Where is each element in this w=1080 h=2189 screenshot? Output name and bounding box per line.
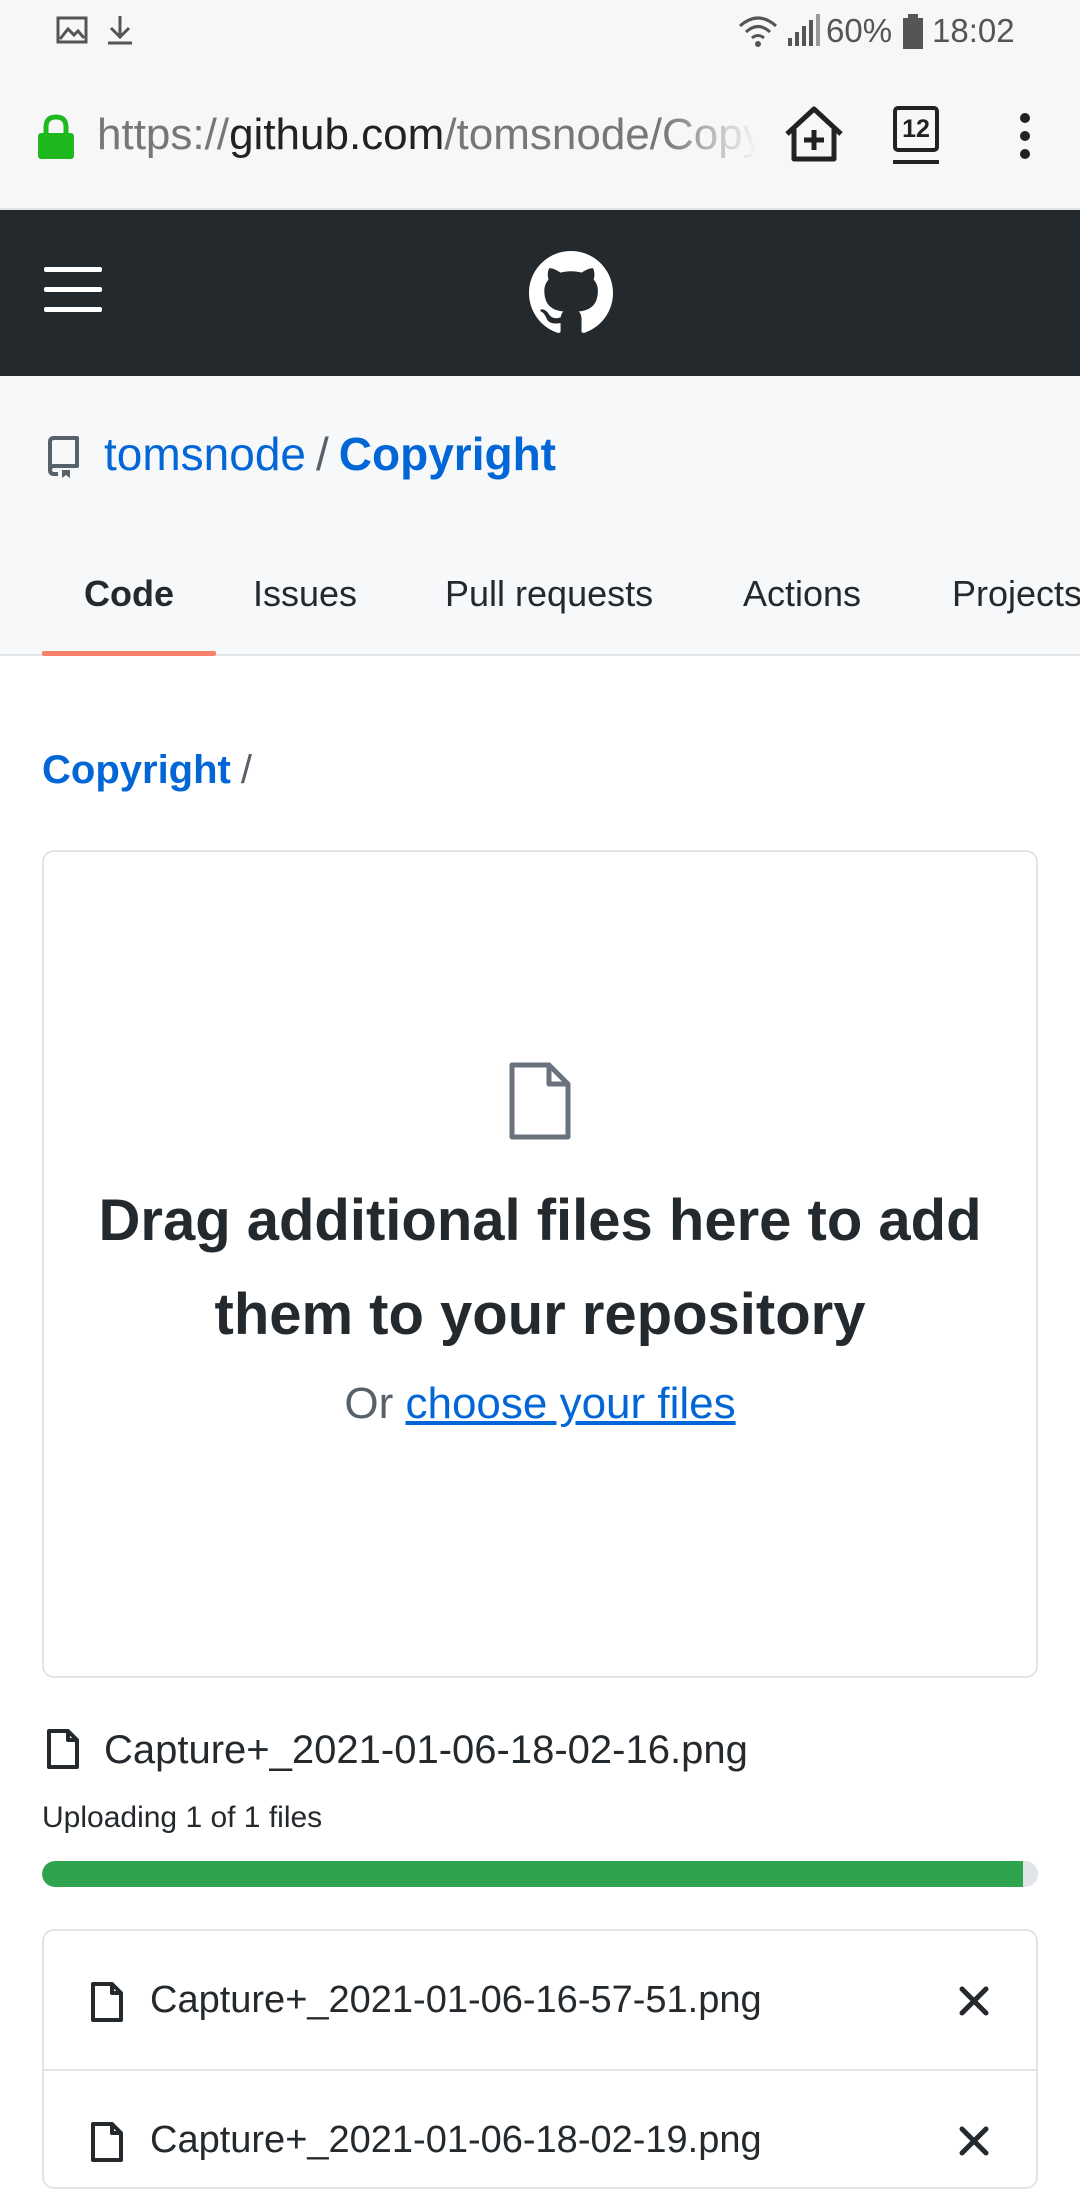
breadcrumb: Copyright / xyxy=(42,743,252,797)
list-item: Capture+_2021-01-06-18-02-19.png xyxy=(44,2069,1036,2187)
drop-zone-title: Drag additional files here to add them t… xyxy=(98,1188,982,1347)
file-icon xyxy=(91,1982,123,2022)
uploaded-file-list: Capture+_2021-01-06-16-57-51.png Capture… xyxy=(42,1929,1038,2189)
hamburger-menu-icon[interactable] xyxy=(44,267,102,313)
repo-icon xyxy=(48,436,79,478)
image-icon xyxy=(56,16,88,44)
tab-code[interactable]: Code xyxy=(42,566,216,656)
tab-pull-requests[interactable]: Pull requests xyxy=(445,566,653,654)
tab-count: 12 xyxy=(893,106,939,152)
url-scheme: https:// xyxy=(97,110,230,159)
url-path: /tomsnode/Copyright/upload xyxy=(444,110,757,159)
file-name: Capture+_2021-01-06-18-02-19.png xyxy=(150,2119,762,2161)
choose-files-link[interactable]: choose your files xyxy=(405,1379,735,1428)
battery-icon xyxy=(903,14,923,49)
close-icon[interactable] xyxy=(959,2126,989,2156)
more-vert-icon[interactable] xyxy=(1012,112,1038,160)
download-icon xyxy=(108,16,132,45)
upload-progress-fill xyxy=(42,1861,1024,1887)
uploading-file-icon xyxy=(47,1729,79,1769)
drop-zone-subtitle: Or choose your files xyxy=(44,1376,1036,1432)
breadcrumb-root-link[interactable]: Copyright xyxy=(42,748,231,792)
clock: 18:02 xyxy=(932,12,1015,49)
tab-actions[interactable]: Actions xyxy=(743,566,861,654)
upload-progress-bar xyxy=(42,1861,1038,1887)
url-field[interactable]: https://github.com/tomsnode/Copyright/up… xyxy=(97,110,757,160)
file-drop-zone[interactable]: Drag additional files here to add them t… xyxy=(42,850,1038,1678)
battery-percent: 60% xyxy=(826,12,893,49)
tabs-button[interactable]: 12 xyxy=(893,106,945,164)
close-icon[interactable] xyxy=(959,1986,989,2016)
list-item: Capture+_2021-01-06-16-57-51.png xyxy=(44,1931,1036,2069)
lock-icon[interactable] xyxy=(36,114,76,160)
tab-issues[interactable]: Issues xyxy=(253,566,357,654)
status-bar: 60% 18:02 xyxy=(0,0,1080,64)
github-header xyxy=(0,210,1080,376)
repo-title: tomsnode / Copyright xyxy=(104,426,556,482)
signal-icon xyxy=(788,14,820,46)
wifi-icon xyxy=(739,16,777,47)
repo-owner-link[interactable]: tomsnode xyxy=(104,428,306,480)
uploading-file-name: Capture+_2021-01-06-18-02-16.png xyxy=(104,1728,748,1772)
github-octocat-icon[interactable] xyxy=(529,251,613,335)
repo-nav-tabs: Code Issues Pull requests Actions Projec… xyxy=(0,566,1080,656)
file-icon xyxy=(91,2122,123,2162)
breadcrumb-separator: / xyxy=(240,748,252,792)
tabs-icon xyxy=(893,160,939,164)
url-host: github.com xyxy=(229,110,445,159)
repo-separator: / xyxy=(316,428,329,480)
browser-toolbar: https://github.com/tomsnode/Copyright/up… xyxy=(0,64,1080,210)
repo-header: tomsnode / Copyright Code Issues Pull requ… xyxy=(0,376,1080,656)
file-icon xyxy=(509,1062,571,1140)
home-add-icon[interactable] xyxy=(783,104,845,166)
file-name: Capture+_2021-01-06-16-57-51.png xyxy=(150,1979,762,2021)
drop-zone-or-text: Or xyxy=(344,1379,394,1428)
repo-name-link[interactable]: Copyright xyxy=(339,428,556,480)
tab-projects[interactable]: Projects xyxy=(952,566,1080,654)
upload-status: Uploading 1 of 1 files xyxy=(42,1801,323,1834)
